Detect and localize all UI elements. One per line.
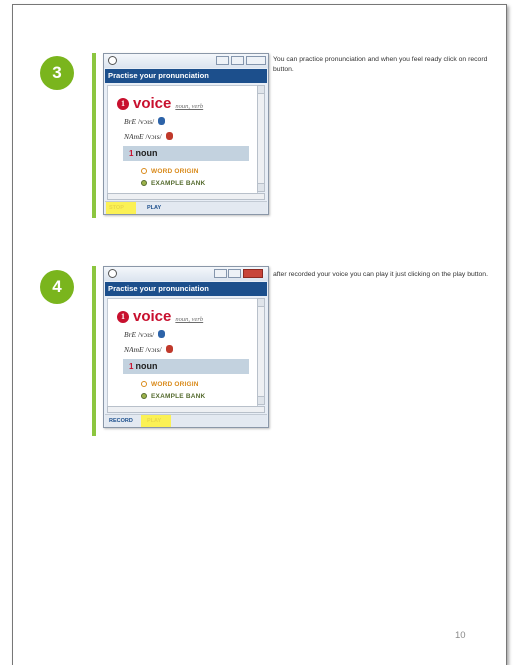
page-number: 10 bbox=[455, 630, 466, 641]
headword-line: 1 voice noun, verb bbox=[117, 95, 203, 113]
vertical-scrollbar[interactable] bbox=[257, 298, 265, 405]
option-label: EXAMPLE BANK bbox=[151, 180, 206, 187]
scroll-up-icon[interactable] bbox=[258, 299, 264, 307]
maximize-icon[interactable] bbox=[228, 269, 241, 278]
close-icon[interactable] bbox=[243, 269, 263, 278]
circle-icon bbox=[141, 180, 147, 186]
record-button[interactable]: STOP bbox=[109, 205, 124, 211]
audio-controls: RECORD PLAY bbox=[105, 414, 267, 427]
example-bank-link[interactable]: EXAMPLE BANK bbox=[141, 180, 205, 187]
option-label: EXAMPLE BANK bbox=[151, 393, 206, 400]
window-titlebar bbox=[104, 267, 268, 281]
vertical-scrollbar[interactable] bbox=[257, 85, 265, 192]
window-titlebar bbox=[104, 54, 268, 68]
horizontal-scrollbar[interactable] bbox=[107, 193, 265, 200]
headword: voice bbox=[133, 95, 172, 112]
circle-icon bbox=[141, 393, 147, 399]
dictionary-entry: 1 voice noun, verb BrE /vɔɪs/ NAmE /vɔɪs… bbox=[107, 85, 258, 194]
pronunciation-bre: BrE /vɔɪs/ bbox=[124, 117, 166, 126]
pron-variant-label: NAmE bbox=[124, 345, 144, 354]
pronunciation-bre: BrE /vɔɪs/ bbox=[124, 330, 166, 339]
circle-icon bbox=[141, 381, 147, 387]
scroll-down-icon[interactable] bbox=[258, 396, 264, 404]
step-caption: You can practice pronunciation and when … bbox=[273, 56, 488, 73]
maximize-icon[interactable] bbox=[231, 56, 244, 65]
audio-controls: STOP PLAY bbox=[105, 201, 267, 214]
window-header: Practise your pronunciation bbox=[105, 282, 267, 296]
word-origin-link[interactable]: WORD ORIGIN bbox=[141, 168, 199, 175]
app-window-screenshot: Practise your pronunciation 1 voice noun… bbox=[103, 53, 269, 215]
scroll-down-icon[interactable] bbox=[258, 183, 264, 191]
sense-block: 1 noun bbox=[123, 359, 249, 374]
accent-bar bbox=[92, 266, 96, 436]
pron-transcription: /vɔɪs/ bbox=[145, 132, 162, 141]
accent-bar bbox=[92, 53, 96, 218]
pronunciation-name: NAmE /vɔɪs/ bbox=[124, 132, 173, 141]
part-of-speech-link[interactable]: noun, verb bbox=[175, 316, 203, 323]
record-button[interactable]: RECORD bbox=[109, 418, 133, 424]
window-header: Practise your pronunciation bbox=[105, 69, 267, 83]
pron-variant-label: BrE bbox=[124, 117, 137, 126]
scroll-up-icon[interactable] bbox=[258, 86, 264, 94]
pron-variant-label: NAmE bbox=[124, 132, 144, 141]
step-badge: 3 bbox=[40, 56, 74, 90]
sense-block: 1 noun bbox=[123, 146, 249, 161]
pron-variant-label: BrE bbox=[124, 330, 137, 339]
step-badge: 4 bbox=[40, 270, 74, 304]
app-window-screenshot: Practise your pronunciation 1 voice noun… bbox=[103, 266, 269, 428]
pron-transcription: /vɔɪs/ bbox=[137, 117, 155, 126]
sense-label: noun bbox=[135, 148, 158, 158]
sense-number-badge: 1 bbox=[117, 311, 129, 323]
speaker-icon[interactable] bbox=[158, 117, 166, 125]
headword-line: 1 voice noun, verb bbox=[117, 308, 203, 326]
sense-number-badge: 1 bbox=[117, 98, 129, 110]
horizontal-scrollbar[interactable] bbox=[107, 406, 265, 413]
speaker-icon[interactable] bbox=[158, 330, 166, 338]
speaker-icon[interactable] bbox=[165, 345, 173, 353]
close-icon[interactable] bbox=[246, 56, 266, 65]
sense-num: 1 bbox=[129, 149, 134, 158]
speaker-icon[interactable] bbox=[165, 132, 173, 140]
play-button[interactable]: PLAY bbox=[147, 418, 161, 424]
step-caption: after recorded your voice you can play i… bbox=[273, 271, 488, 278]
dictionary-entry: 1 voice noun, verb BrE /vɔɪs/ NAmE /vɔɪs… bbox=[107, 298, 258, 407]
app-icon bbox=[108, 269, 117, 278]
app-icon bbox=[108, 56, 117, 65]
headword: voice bbox=[133, 308, 172, 325]
minimize-icon[interactable] bbox=[214, 269, 227, 278]
play-button[interactable]: PLAY bbox=[147, 205, 161, 211]
circle-icon bbox=[141, 168, 147, 174]
sense-label: noun bbox=[135, 361, 158, 371]
word-origin-link[interactable]: WORD ORIGIN bbox=[141, 381, 199, 388]
pronunciation-name: NAmE /vɔɪs/ bbox=[124, 345, 173, 354]
sense-num: 1 bbox=[129, 362, 134, 371]
pron-transcription: /vɔɪs/ bbox=[137, 330, 155, 339]
option-label: WORD ORIGIN bbox=[151, 381, 199, 388]
pron-transcription: /vɔɪs/ bbox=[145, 345, 162, 354]
part-of-speech-link[interactable]: noun, verb bbox=[175, 103, 203, 110]
option-label: WORD ORIGIN bbox=[151, 168, 199, 175]
example-bank-link[interactable]: EXAMPLE BANK bbox=[141, 393, 205, 400]
minimize-icon[interactable] bbox=[216, 56, 229, 65]
